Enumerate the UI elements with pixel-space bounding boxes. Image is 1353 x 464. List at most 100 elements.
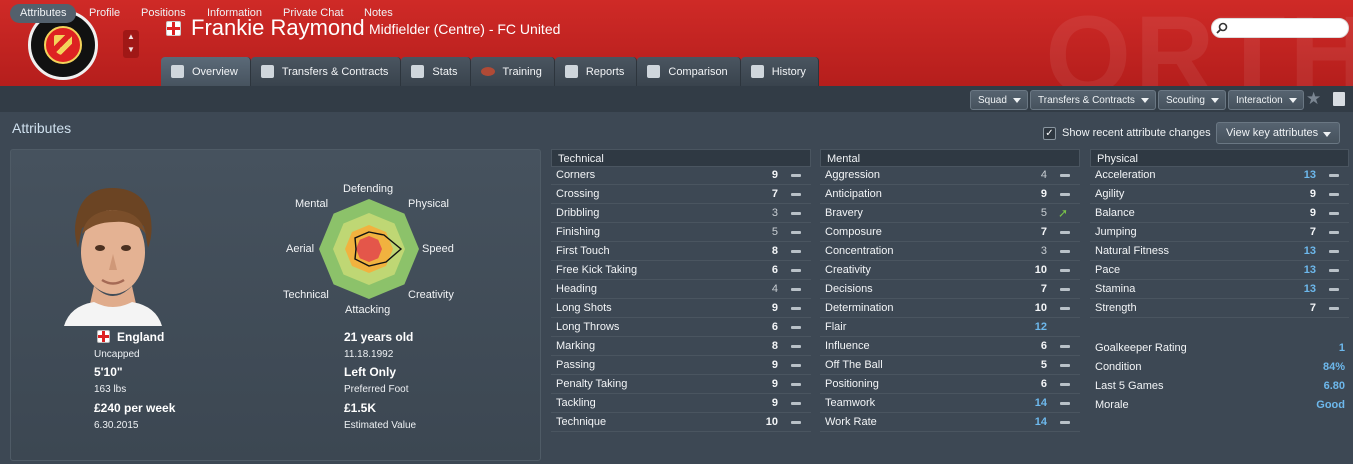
attribute-row[interactable]: Anticipation 9 [820, 185, 1080, 204]
attribute-row[interactable]: Decisions 7 [820, 280, 1080, 299]
tab-history[interactable]: History [740, 57, 819, 86]
tab-overview[interactable]: Overview [161, 57, 251, 86]
shortlist-star-icon[interactable]: ★ [1306, 89, 1321, 109]
attribute-name: Long Shots [556, 302, 612, 314]
player-navigation-arrows[interactable]: ▲ ▼ [123, 30, 139, 58]
attribute-row[interactable]: Positioning 6 [820, 375, 1080, 394]
attribute-row[interactable]: Long Throws 6 [551, 318, 811, 337]
attribute-row[interactable]: Passing 9 [551, 356, 811, 375]
attribute-row[interactable]: Influence 6 [820, 337, 1080, 356]
subnav-notes[interactable]: Notes [364, 4, 393, 23]
scouting-dropdown[interactable]: Scouting [1158, 90, 1226, 110]
attribute-value: 7 [1309, 226, 1316, 238]
attribute-name: Creativity [825, 264, 871, 276]
preferred-foot: Left Only [344, 365, 397, 379]
summary-row: Condition 84% [1090, 358, 1349, 377]
squad-dropdown[interactable]: Squad [970, 90, 1028, 110]
attribute-name: Passing [556, 359, 596, 371]
attribute-value: 10 [765, 416, 778, 428]
attribute-row[interactable]: Agility 9 [1090, 185, 1349, 204]
attribute-row[interactable]: Heading 4 [551, 280, 811, 299]
attribute-row[interactable]: Determination 10 [820, 299, 1080, 318]
attribute-row[interactable]: Off The Ball 5 [820, 356, 1080, 375]
tab-transfers-contracts[interactable]: Transfers & Contracts [250, 57, 402, 86]
attribute-value: 9 [771, 378, 778, 390]
show-recent-changes-label[interactable]: Show recent attribute changes [1062, 127, 1211, 139]
attribute-row[interactable]: Composure 7 [820, 223, 1080, 242]
attribute-row[interactable]: Marking 8 [551, 337, 811, 356]
player-position-club[interactable]: Midfielder (Centre) - FC United [369, 21, 560, 37]
nationality[interactable]: England [117, 330, 164, 344]
attribute-name: Aggression [825, 169, 881, 181]
attribute-name: Strength [1095, 302, 1137, 314]
attribute-row[interactable]: Long Shots 9 [551, 299, 811, 318]
attribute-value: 9 [771, 302, 778, 314]
add-note-icon[interactable] [1333, 92, 1345, 106]
attribute-name: Teamwork [825, 397, 876, 409]
tab-training[interactable]: Training [470, 57, 555, 86]
attribute-row[interactable]: Crossing 7 [551, 185, 811, 204]
attribute-value: 6 [771, 264, 778, 276]
summary-name: Morale [1095, 399, 1129, 411]
subnav-profile[interactable]: Profile [89, 4, 120, 23]
attribute-row[interactable]: Aggression 4 [820, 166, 1080, 185]
attribute-row[interactable]: Dribbling 3 [551, 204, 811, 223]
attribute-row[interactable]: Creativity 10 [820, 261, 1080, 280]
attribute-row[interactable]: Technique 10 [551, 413, 811, 432]
search-input[interactable] [1211, 18, 1349, 38]
attribute-trend-flat-icon [1060, 250, 1070, 253]
attribute-row[interactable]: Concentration 3 [820, 242, 1080, 261]
attribute-trend-flat-icon [791, 383, 801, 386]
subnav-private-chat[interactable]: Private Chat [283, 4, 344, 23]
subnav-positions[interactable]: Positions [141, 4, 186, 23]
attribute-value: 10 [1034, 302, 1047, 314]
attribute-trend-flat-icon [1060, 383, 1070, 386]
attribute-row[interactable]: Jumping 7 [1090, 223, 1349, 242]
attribute-row[interactable]: Strength 7 [1090, 299, 1349, 318]
tab-comparison[interactable]: Comparison [637, 57, 741, 86]
attribute-trend-flat-icon [791, 250, 801, 253]
subnav-information[interactable]: Information [207, 4, 262, 23]
next-player-icon[interactable]: ▼ [123, 43, 139, 56]
attribute-row[interactable]: Stamina 13 [1090, 280, 1349, 299]
attribute-row[interactable]: Acceleration 13 [1090, 166, 1349, 185]
attribute-row[interactable]: Penalty Taking 9 [551, 375, 811, 394]
transfers-contracts-dropdown[interactable]: Transfers & Contracts [1030, 90, 1156, 110]
attribute-row[interactable]: Free Kick Taking 6 [551, 261, 811, 280]
tab-stats[interactable]: Stats [401, 57, 471, 86]
attribute-name: Heading [556, 283, 597, 295]
attribute-name: Acceleration [1095, 169, 1156, 181]
attribute-value: 7 [771, 188, 778, 200]
attribute-row[interactable]: First Touch 8 [551, 242, 811, 261]
attribute-row[interactable]: Teamwork 14 [820, 394, 1080, 413]
attribute-row[interactable]: Bravery 5 ➚ [820, 204, 1080, 223]
attribute-value: 6 [1040, 340, 1047, 352]
player-photo [64, 188, 162, 326]
show-recent-changes-checkbox[interactable]: ✓ [1043, 127, 1056, 140]
previous-player-icon[interactable]: ▲ [123, 30, 139, 43]
attribute-row[interactable]: Corners 9 [551, 166, 811, 185]
interaction-dropdown[interactable]: Interaction [1228, 90, 1304, 110]
attribute-row[interactable]: Pace 13 [1090, 261, 1349, 280]
attribute-trend-flat-icon [1329, 231, 1339, 234]
attribute-value: 5 [1040, 207, 1047, 219]
attribute-trend-flat-icon [791, 364, 801, 367]
attribute-name: Long Throws [556, 321, 620, 333]
attribute-row[interactable]: Finishing 5 [551, 223, 811, 242]
attribute-trend-flat-icon [1060, 193, 1070, 196]
tab-reports[interactable]: Reports [554, 57, 638, 86]
attribute-row[interactable]: Tackling 9 [551, 394, 811, 413]
attribute-trend-flat-icon [1060, 288, 1070, 291]
attribute-value: 7 [1040, 226, 1047, 238]
tab-label: Comparison [668, 65, 728, 78]
subnav-attributes[interactable]: Attributes [10, 4, 77, 23]
attribute-row[interactable]: Flair 12 [820, 318, 1080, 337]
attribute-value: 3 [771, 207, 778, 219]
attribute-row[interactable]: Balance 9 [1090, 204, 1349, 223]
row-divider [551, 431, 811, 432]
attribute-trend-flat-icon [1329, 288, 1339, 291]
estimated-value: £1.5K [344, 401, 377, 415]
attribute-row[interactable]: Work Rate 14 [820, 413, 1080, 432]
attribute-row[interactable]: Natural Fitness 13 [1090, 242, 1349, 261]
view-key-attributes-button[interactable]: View key attributes [1216, 122, 1340, 144]
